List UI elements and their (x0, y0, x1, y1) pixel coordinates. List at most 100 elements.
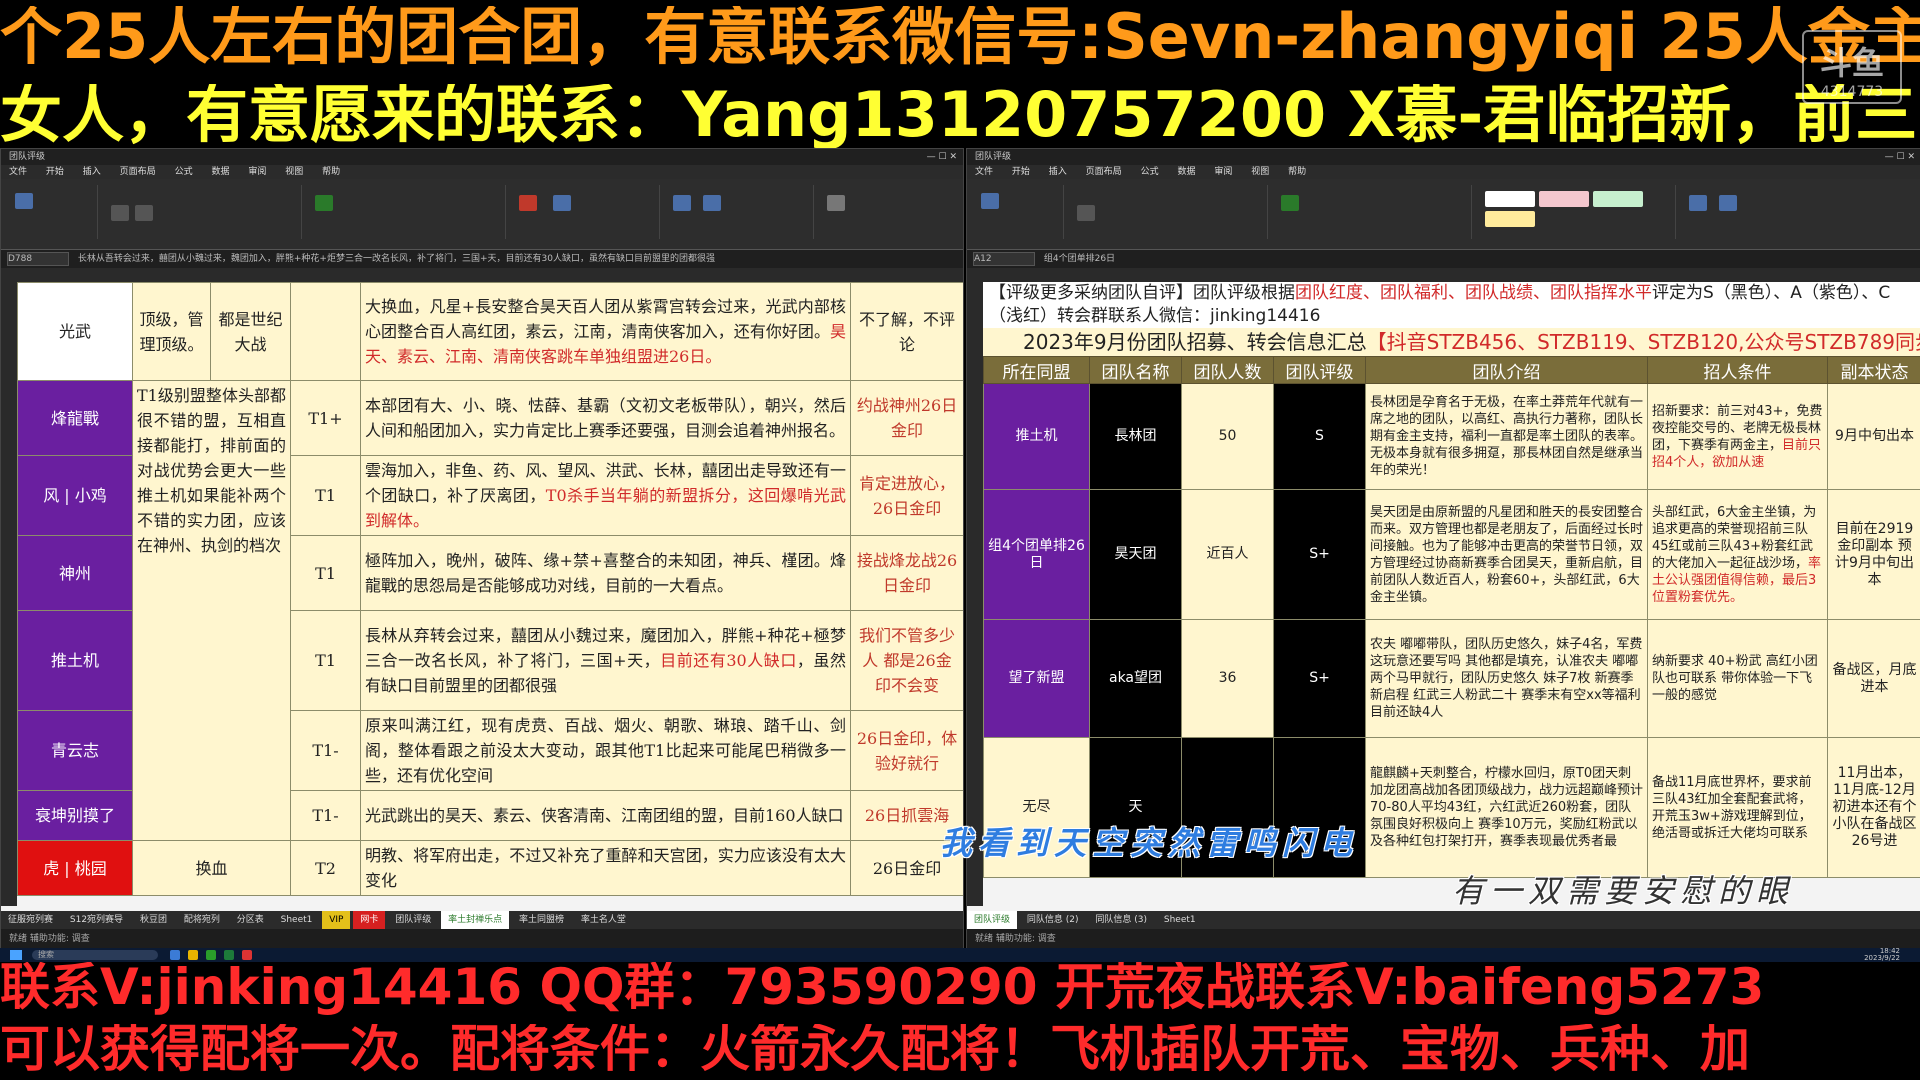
sheet-tab-active[interactable]: 率土封禅乐点 (441, 911, 510, 929)
sheet-tab[interactable]: Sheet1 (1157, 911, 1203, 929)
insert-cells-icon[interactable] (673, 195, 691, 211)
menu-view[interactable]: 视图 (285, 167, 303, 177)
menu-review[interactable]: 审阅 (248, 167, 266, 177)
sheet-tab[interactable]: S12宛列赛导 (63, 911, 130, 929)
column-header[interactable]: 团队介绍 (1365, 356, 1648, 384)
sheet-tab[interactable]: 率土名人堂 (574, 911, 633, 929)
sheet-tab[interactable]: 秋豆团 (133, 911, 174, 929)
style-good-icon[interactable] (1593, 191, 1643, 207)
formula-text[interactable]: 组4个团单排26日 (1044, 254, 1115, 264)
menu-data[interactable]: 数据 (211, 167, 229, 177)
name-box[interactable]: A12 (973, 251, 1035, 266)
paste-icon[interactable] (15, 193, 33, 209)
sheet-tab-active[interactable]: 团队评级 (967, 911, 1018, 929)
menu-layout[interactable]: 页面布局 (1086, 167, 1122, 177)
sheet-tab[interactable]: 征服宛列赛 (1, 911, 60, 929)
app-icon[interactable] (242, 950, 252, 960)
table-row: 组4个团单排26日 昊天团 近百人 S+ 昊天团是由原新盟的凡星团和胜天的長安团… (983, 489, 1920, 620)
alliance-cell: 神州 (17, 535, 133, 611)
window-title: 团队评级 (975, 152, 1012, 162)
menu-view[interactable]: 视图 (1251, 167, 1269, 177)
style-neutral-icon[interactable] (1485, 211, 1535, 227)
menu-help[interactable]: 帮助 (1288, 167, 1306, 177)
folder-icon[interactable] (188, 950, 198, 960)
excel-window-left: 团队评级 — ☐ ✕ 文件 开始 插入 页面布局 公式 数据 审阅 视图 帮助 (0, 148, 964, 950)
style-normal-icon[interactable] (1485, 191, 1535, 207)
cells-group (663, 185, 814, 239)
style-bad-icon[interactable] (1539, 191, 1589, 207)
bold-icon[interactable] (1077, 205, 1095, 221)
window-controls[interactable]: — ☐ ✕ (1885, 149, 1915, 165)
wrap-text-icon[interactable] (315, 195, 333, 211)
delete-cells-icon[interactable] (703, 195, 721, 211)
wechat-icon[interactable] (206, 950, 216, 960)
menu-formulas[interactable]: 公式 (175, 167, 193, 177)
menu-file[interactable]: 文件 (9, 167, 27, 177)
windows-start-icon[interactable] (10, 950, 22, 960)
menu-help[interactable]: 帮助 (322, 167, 340, 177)
font-group (1067, 185, 1268, 239)
logo-text: 斗鱼 (1819, 44, 1884, 82)
ribbon-toolbar (1, 179, 963, 250)
column-header[interactable]: 副本状态 (1827, 356, 1920, 384)
column-header[interactable]: 所在同盟 (983, 356, 1090, 384)
marquee-bottom-line-1: 联系V:jinking14416 QQ群：793590290 开荒夜战联系V:b… (0, 962, 1765, 1016)
column-header[interactable]: 招人条件 (1647, 356, 1828, 384)
menu-formulas[interactable]: 公式 (1141, 167, 1159, 177)
menu-home[interactable]: 开始 (46, 167, 64, 177)
menu-layout[interactable]: 页面布局 (120, 167, 156, 177)
taskbar-clock: 18:42 2023/9/22 (1864, 948, 1900, 962)
paste-icon[interactable] (981, 193, 999, 209)
sheet-tab[interactable]: 率土同盟榜 (512, 911, 571, 929)
table-format-icon[interactable] (553, 195, 571, 211)
clipboard-group (7, 185, 98, 239)
italic-icon[interactable] (135, 205, 153, 221)
name-box[interactable]: D788 (7, 251, 69, 266)
menu-bar: 文件 开始 插入 页面布局 公式 数据 审阅 视图 帮助 (1, 165, 963, 179)
sheet-tab[interactable]: Sheet1 (274, 911, 320, 929)
menu-file[interactable]: 文件 (975, 167, 993, 177)
conditional-format-icon[interactable] (519, 195, 537, 211)
delete-cells-icon[interactable] (1719, 195, 1737, 211)
sheet-tab[interactable]: 同队信息 (2) (1020, 911, 1086, 929)
note-cell: 约战神州26日金印 (850, 380, 963, 456)
find-icon[interactable] (827, 195, 845, 211)
alliance-cell: 推土机 (17, 610, 133, 711)
condition-cell: 头部红武，6大金主坐镇，为追求更高的荣誉现招前三队45红或前三队43+粉套红武的… (1647, 489, 1828, 620)
sheet-tab[interactable]: 网卡 (353, 911, 386, 929)
menu-insert[interactable]: 插入 (1049, 167, 1067, 177)
sheet-tab[interactable]: 同队信息 (3) (1088, 911, 1154, 929)
excel-icon[interactable] (224, 950, 234, 960)
sheet-tab[interactable]: 配将宛列 (177, 911, 227, 929)
sheet-tab[interactable]: 分区表 (230, 911, 271, 929)
column-header[interactable]: 团队评级 (1273, 356, 1366, 384)
window-controls[interactable]: — ☐ ✕ (927, 149, 957, 165)
taskbar-search[interactable]: 搜索 (32, 950, 158, 960)
column-header[interactable]: 团队人数 (1181, 356, 1274, 384)
column-header[interactable]: 团队名称 (1089, 356, 1182, 384)
team-name-cell: aka望团 (1089, 619, 1182, 738)
spreadsheet-grid[interactable]: 【评级更多采纳团队自评】团队评级根据团队红度、团队福利、团队战绩、团队指挥水平评… (967, 282, 1920, 906)
formula-bar[interactable]: D788 长林从吾转会过来，囍团从小魏过来，魏团加入，胖熊+种花+炬梦三合一改名… (1, 250, 963, 268)
menu-review[interactable]: 审阅 (1214, 167, 1232, 177)
alignment-group (305, 185, 506, 239)
menu-data[interactable]: 数据 (1177, 167, 1195, 177)
formula-text[interactable]: 长林从吾转会过来，囍团从小魏过来，魏团加入，胖熊+种花+炬梦三合一改名长风，补了… (78, 254, 715, 264)
file-explorer-icon[interactable] (170, 950, 180, 960)
formula-bar[interactable]: A12 组4个团单排26日 (967, 250, 1920, 268)
bold-icon[interactable] (111, 205, 129, 221)
clock-date: 2023/9/22 (1864, 954, 1900, 962)
insert-cells-icon[interactable] (1689, 195, 1707, 211)
intro-cell: 原来叫满江红，现有虎贲、百战、烟火、朝歌、琳琅、踏千山、剑阁，整体看跟之前没太大… (359, 710, 852, 791)
intro-cell: 長林团是孕育名于无极，在率土莽荒年代就有一席之地的团队，以高红、高执行力著称，团… (1365, 383, 1648, 490)
menu-home[interactable]: 开始 (1012, 167, 1030, 177)
sheet-tab-vip[interactable]: VIP (322, 911, 351, 929)
intro-cell: 雲海加入，非鱼、药、风、望风、洪武、长林，囍团出走导致还有一个团缺口，补了厌离团… (359, 455, 852, 536)
column-headers (1, 268, 963, 282)
condition-cell: 纳新要求 40+粉武 高红小团队也可联系 带你体验一下飞一般的感觉 (1647, 619, 1828, 738)
wrap-text-icon[interactable] (1281, 195, 1299, 211)
spreadsheet-grid[interactable]: 光武 顶级，管理顶级。 都是世纪大战 大换血，凡星+長安整合昊天百人团从紫霄宫转… (1, 282, 963, 906)
sheet-tab[interactable]: 团队评级 (388, 911, 438, 929)
menu-insert[interactable]: 插入 (83, 167, 101, 177)
condition-text: 头部红武，6大金主坐镇，为追求更高的荣誉现招前三队45红或前三队43+粉套红武的… (1652, 504, 1817, 571)
